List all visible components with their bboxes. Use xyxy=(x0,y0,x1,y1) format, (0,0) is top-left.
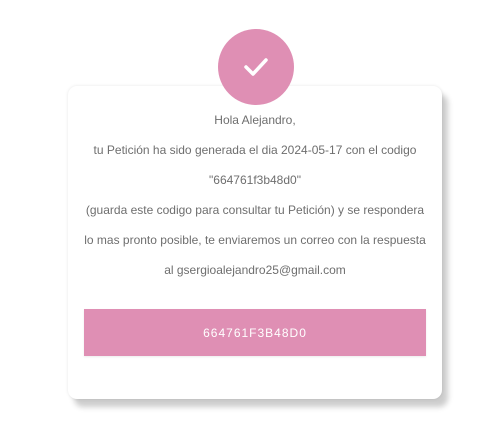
email-text: al gsergioalejandro25@gmail.com xyxy=(164,263,346,277)
save-code-notice-text: (guarda este codigo para consultar tu Pe… xyxy=(85,203,425,217)
check-icon xyxy=(244,58,268,76)
greeting-text: Hola Alejandro, xyxy=(214,113,296,127)
response-notice-text: lo mas pronto posible, te enviaremos un … xyxy=(84,233,426,247)
confirmation-screen: Hola Alejandro, tu Petición ha sido gene… xyxy=(0,0,497,448)
request-code-text: "664761f3b48d0" xyxy=(209,173,301,187)
request-generated-text: tu Petición ha sido generada el dia 2024… xyxy=(93,143,417,157)
request-code-button[interactable]: 664761F3B48D0 xyxy=(84,309,426,356)
confirmation-card: Hola Alejandro, tu Petición ha sido gene… xyxy=(68,86,442,399)
success-badge xyxy=(218,29,294,105)
